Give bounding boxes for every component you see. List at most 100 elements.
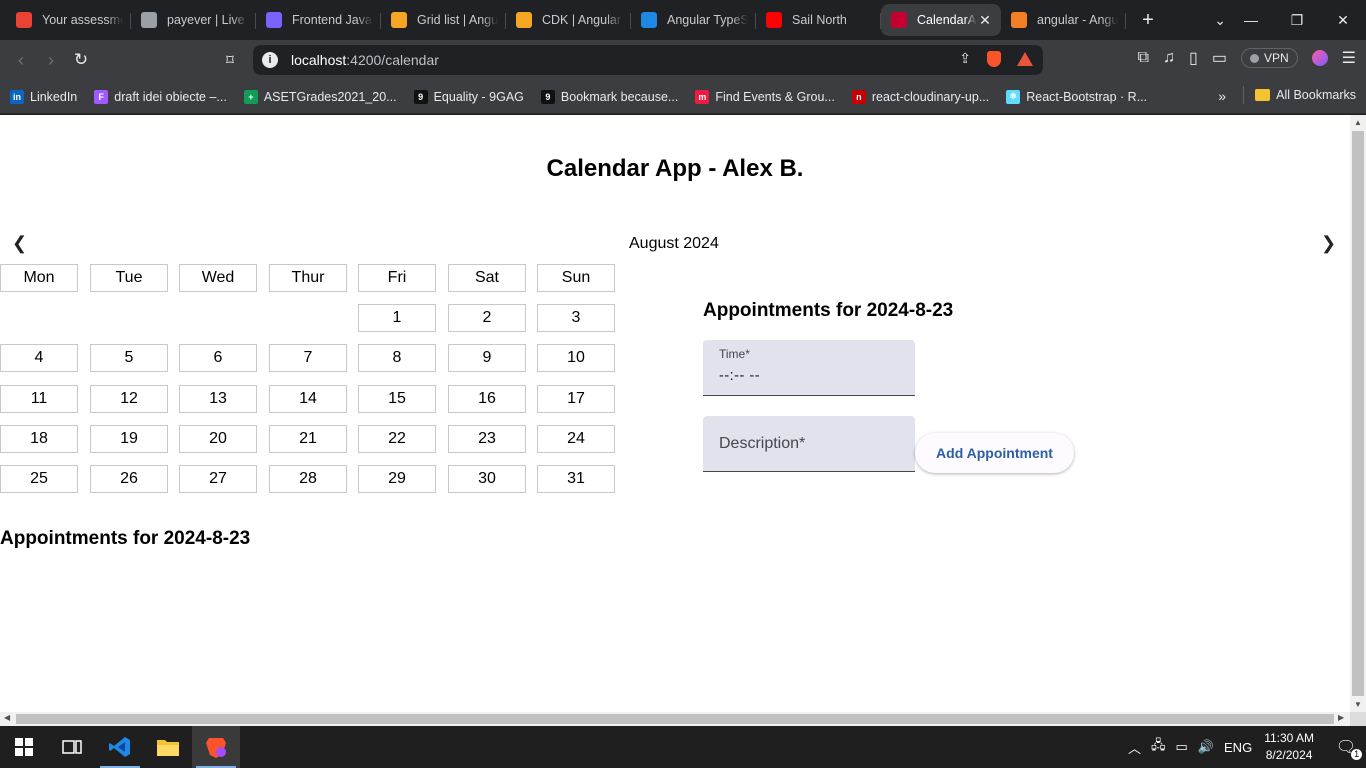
calendar-day[interactable]: 29 — [358, 465, 436, 493]
browser-tab[interactable]: Your assessment — [6, 4, 131, 36]
scroll-up-arrow-icon[interactable]: ▲ — [1354, 118, 1362, 127]
volume-icon[interactable]: 🔊 — [1198, 739, 1214, 755]
brave-shields-icon[interactable] — [987, 50, 1001, 67]
all-bookmarks-button[interactable]: All Bookmarks — [1243, 86, 1356, 104]
bookmark-item[interactable]: Fdraft idei obiecte –... — [94, 89, 227, 104]
language-indicator[interactable]: ENG — [1224, 740, 1252, 755]
vpn-button[interactable]: VPN — [1240, 48, 1298, 68]
task-view-icon[interactable] — [48, 726, 96, 768]
horizontal-scroll-thumb[interactable] — [16, 714, 1334, 724]
calendar-day[interactable]: 22 — [358, 425, 436, 453]
calendar-day[interactable]: 3 — [537, 304, 615, 332]
scroll-down-arrow-icon[interactable]: ▼ — [1354, 700, 1362, 709]
close-window-icon[interactable]: ✕ — [1320, 12, 1366, 29]
browser-tab[interactable]: Sail North — [756, 4, 881, 36]
calendar-day[interactable]: 30 — [448, 465, 526, 493]
calendar-day[interactable]: 21 — [269, 425, 347, 453]
scroll-left-arrow-icon[interactable]: ◀ — [4, 713, 10, 722]
bookmark-item[interactable]: 9 Equality - 9GAG — [413, 89, 524, 104]
back-icon[interactable]: ‹ — [6, 50, 36, 71]
calendar-day[interactable]: 26 — [90, 465, 168, 493]
calendar-day[interactable]: 18 — [0, 425, 78, 453]
address-bar[interactable]: i localhost:4200/calendar ⇪ — [253, 45, 1043, 75]
bookmark-item[interactable]: ⚛ React-Bootstrap · R... — [1006, 89, 1147, 104]
calendar-day[interactable]: 14 — [269, 385, 347, 413]
calendar-day[interactable]: 11 — [0, 385, 78, 413]
browser-tab[interactable]: angular - Angular — [1001, 4, 1126, 36]
share-icon[interactable]: ⇪ — [959, 50, 971, 67]
browser-tab[interactable]: Angular TypeScript — [631, 4, 756, 36]
reload-icon[interactable]: ↻ — [66, 50, 96, 70]
calendar-day[interactable]: 6 — [179, 344, 257, 372]
browser-tab[interactable]: payever | Live — [131, 4, 256, 36]
bookmark-item[interactable]: n react-cloudinary-up... — [851, 89, 989, 104]
notifications-icon[interactable]: 🗨 1 — [1326, 737, 1366, 760]
restore-icon[interactable]: ❐ — [1274, 12, 1320, 29]
calendar-day[interactable]: 27 — [179, 465, 257, 493]
tab-close-icon[interactable]: ✕ — [977, 12, 993, 28]
calendar-day[interactable]: 19 — [90, 425, 168, 453]
calendar-day[interactable]: 8 — [358, 344, 436, 372]
network-icon[interactable]: 🖧 — [1151, 736, 1166, 758]
bookmark-page-icon[interactable]: ⌑ — [215, 51, 245, 69]
horizontal-scrollbar[interactable]: ◀ ▶ — [0, 712, 1350, 726]
calendar-day[interactable]: 13 — [179, 385, 257, 413]
appointments-list-heading: Appointments for 2024-8-23 — [0, 528, 251, 549]
calendar-day[interactable]: 10 — [537, 344, 615, 372]
calendar-day[interactable]: 1 — [358, 304, 436, 332]
calendar-day[interactable]: 20 — [179, 425, 257, 453]
scroll-right-arrow-icon[interactable]: ▶ — [1338, 713, 1344, 722]
bookmark-item[interactable]: m Find Events & Grou... — [695, 89, 835, 104]
browser-tab[interactable]: Frontend JavaScript — [256, 4, 381, 36]
calendar-day[interactable]: 12 — [90, 385, 168, 413]
profile-avatar[interactable] — [1311, 50, 1328, 66]
time-field[interactable]: Time* --:-- -- — [703, 340, 915, 396]
file-explorer-icon[interactable] — [144, 726, 192, 768]
extensions-icon[interactable]: ⧉ — [1138, 49, 1149, 67]
wallet-icon[interactable]: ▭ — [1212, 48, 1227, 68]
menu-icon[interactable]: ☰ — [1342, 48, 1356, 68]
vscode-taskbar-icon[interactable] — [96, 726, 144, 768]
calendar-day[interactable]: 2 — [448, 304, 526, 332]
media-icon[interactable]: ♫ — [1163, 49, 1175, 67]
tab-search-chevron-icon[interactable]: ⌄ — [1214, 12, 1226, 29]
bookmark-item[interactable]: in LinkedIn — [10, 89, 77, 104]
brave-rewards-icon[interactable] — [1017, 51, 1033, 66]
prev-month-chevron-icon[interactable]: ❮ — [12, 233, 27, 254]
show-hidden-icons-chevron-icon[interactable]: ︿ — [1128, 738, 1141, 757]
next-month-chevron-icon[interactable]: ❯ — [1321, 233, 1336, 254]
sidebar-icon[interactable]: ▯ — [1189, 48, 1198, 68]
calendar-day[interactable]: 5 — [90, 344, 168, 372]
site-info-icon[interactable]: i — [262, 52, 278, 68]
calendar-day[interactable]: 16 — [448, 385, 526, 413]
more-bookmarks-icon[interactable]: » — [1218, 88, 1226, 104]
calendar-day[interactable]: 7 — [269, 344, 347, 372]
browser-tab[interactable]: Grid list | Angular — [381, 4, 506, 36]
calendar-day[interactable]: 15 — [358, 385, 436, 413]
bookmark-item[interactable]: + ASETGrades2021_20... — [243, 89, 397, 104]
add-appointment-button[interactable]: Add Appointment — [915, 433, 1074, 473]
url-text[interactable]: localhost:4200/calendar — [291, 52, 439, 68]
vertical-scrollbar[interactable]: ▲ ▼ — [1350, 115, 1366, 712]
clock[interactable]: 11:30 AM 8/2/2024 — [1264, 730, 1314, 764]
battery-icon[interactable]: ▭ — [1176, 739, 1188, 755]
forward-icon[interactable]: › — [36, 50, 66, 71]
bookmark-item[interactable]: 9 Bookmark because... — [540, 89, 678, 104]
calendar-day[interactable]: 25 — [0, 465, 78, 493]
browser-tab[interactable]: CDK | Angular — [506, 4, 631, 36]
time-field-value[interactable]: --:-- -- — [719, 368, 760, 384]
minimize-icon[interactable]: — — [1228, 12, 1274, 28]
start-windows-icon[interactable] — [0, 726, 48, 768]
brave-taskbar-icon[interactable] — [192, 726, 240, 768]
calendar-day[interactable]: 31 — [537, 465, 615, 493]
calendar-day[interactable]: 17 — [537, 385, 615, 413]
new-tab-button[interactable]: + — [1134, 6, 1162, 34]
description-field[interactable]: Description* — [703, 416, 915, 472]
calendar-day[interactable]: 23 — [448, 425, 526, 453]
calendar-day[interactable]: 9 — [448, 344, 526, 372]
browser-tab[interactable]: CalendarApp✕ — [881, 4, 1001, 36]
calendar-day[interactable]: 4 — [0, 344, 78, 372]
calendar-day[interactable]: 24 — [537, 425, 615, 453]
calendar-day[interactable]: 28 — [269, 465, 347, 493]
vertical-scroll-thumb[interactable] — [1352, 131, 1364, 696]
